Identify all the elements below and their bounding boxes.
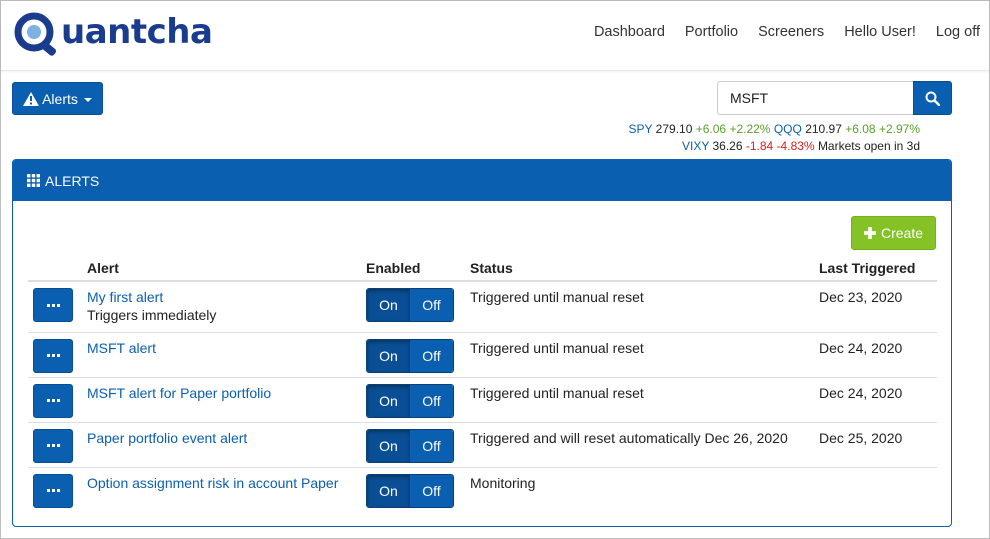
- main-nav: Dashboard Portfolio Screeners Hello User…: [584, 23, 980, 41]
- row-actions-button[interactable]: [33, 473, 73, 508]
- symbol-search: [717, 81, 952, 115]
- brand-name: uantcha: [61, 12, 213, 52]
- ticker-qqq-symbol[interactable]: QQQ: [774, 122, 802, 136]
- ticker-vixy-pct: -4.83%: [776, 139, 815, 153]
- row-actions-button[interactable]: [33, 338, 73, 373]
- brand-logo[interactable]: uantcha: [13, 11, 213, 57]
- toggle-off[interactable]: Off: [410, 474, 453, 507]
- alert-last-triggered: Dec 25, 2020: [819, 421, 937, 467]
- col-enabled: Enabled: [366, 256, 470, 282]
- plus-icon: [863, 227, 876, 239]
- nav-logoff[interactable]: Log off: [926, 23, 980, 41]
- alerts-panel: ALERTS Create Alert Enabled Status Last …: [12, 159, 952, 527]
- ticker-spy-pct: +2.22%: [729, 122, 771, 136]
- enabled-toggle: On Off: [366, 473, 454, 508]
- col-actions: [28, 256, 87, 282]
- toggle-on[interactable]: On: [367, 474, 410, 507]
- enabled-toggle: On Off: [366, 383, 454, 418]
- search-input[interactable]: [717, 81, 913, 115]
- toggle-off[interactable]: Off: [410, 289, 453, 321]
- search-button[interactable]: [913, 81, 952, 115]
- ticker-spy-price: 279.10: [655, 122, 693, 136]
- market-status: Markets open in 3d: [817, 139, 920, 153]
- alerts-table: Alert Enabled Status Last Triggered My f…: [28, 256, 937, 512]
- market-ticker-row-1: SPY 279.10 +6.06 +2.22% QQQ 210.97 +6.08…: [629, 122, 920, 136]
- nav-portfolio[interactable]: Portfolio: [675, 23, 748, 41]
- toggle-on[interactable]: On: [367, 339, 410, 372]
- alert-name-link[interactable]: My first alert: [87, 289, 163, 305]
- alerts-menu-label: Alerts: [42, 90, 78, 107]
- alert-last-triggered: Dec 24, 2020: [819, 331, 937, 377]
- toggle-on[interactable]: On: [367, 289, 410, 321]
- row-actions-button[interactable]: [33, 428, 73, 463]
- panel-header: ALERTS: [13, 160, 951, 201]
- table-header-row: Alert Enabled Status Last Triggered: [28, 256, 937, 282]
- caret-down-icon: [83, 97, 92, 102]
- search-icon: [925, 91, 940, 106]
- alert-subtext: Triggers immediately: [87, 307, 217, 323]
- col-last-triggered: Last Triggered: [819, 256, 937, 282]
- nav-screeners[interactable]: Screeners: [748, 23, 834, 41]
- nav-dashboard[interactable]: Dashboard: [584, 23, 675, 41]
- alert-name-link[interactable]: Option assignment risk in account Paper: [87, 475, 338, 491]
- row-actions-button[interactable]: [33, 288, 73, 322]
- enabled-toggle: On Off: [366, 428, 454, 463]
- market-ticker-row-2: VIXY 36.26 -1.84 -4.83% Markets open in …: [682, 139, 920, 153]
- col-status: Status: [470, 256, 819, 282]
- alert-status: Triggered until manual reset: [470, 289, 644, 305]
- toggle-off[interactable]: Off: [410, 429, 453, 462]
- warning-icon: [23, 91, 40, 106]
- toggle-off[interactable]: Off: [410, 384, 453, 417]
- alert-status: Triggered until manual reset: [470, 331, 819, 377]
- create-label: Create: [880, 225, 924, 241]
- toggle-on[interactable]: On: [367, 384, 410, 417]
- ticker-spy-change: +6.06: [695, 122, 727, 136]
- alert-status: Triggered and will reset automatically D…: [470, 421, 819, 467]
- ticker-vixy-symbol[interactable]: VIXY: [682, 139, 709, 153]
- table-row: MSFT alert On Off Triggered until manual …: [28, 331, 937, 377]
- logo-q-icon: [14, 12, 57, 56]
- enabled-toggle: On Off: [366, 288, 454, 322]
- table-row: My first alert Triggers immediately On Off…: [28, 281, 937, 332]
- ticker-qqq-price: 210.97: [805, 122, 842, 136]
- panel-title: ALERTS: [45, 172, 100, 189]
- row-actions-button[interactable]: [33, 383, 73, 418]
- col-alert: Alert: [87, 256, 366, 282]
- toggle-off[interactable]: Off: [410, 339, 453, 372]
- grid-icon: [27, 174, 40, 187]
- alerts-menu-button[interactable]: Alerts: [12, 82, 103, 115]
- alert-status: Monitoring: [470, 466, 819, 512]
- alert-last-triggered: Dec 23, 2020: [819, 289, 903, 305]
- alert-name-link[interactable]: MSFT alert for Paper portfolio: [87, 385, 271, 401]
- ticker-vixy-change: -1.84: [745, 139, 774, 153]
- alert-status: Triggered until manual reset: [470, 376, 819, 422]
- toggle-on[interactable]: On: [367, 429, 410, 462]
- table-row: Paper portfolio event alert On Off Trigge…: [28, 421, 937, 467]
- ticker-qqq-pct: +2.97%: [878, 122, 920, 136]
- ticker-vixy-price: 36.26: [712, 139, 743, 153]
- ticker-spy-symbol[interactable]: SPY: [629, 122, 653, 136]
- enabled-toggle: On Off: [366, 338, 454, 373]
- alert-name-link[interactable]: Paper portfolio event alert: [87, 430, 247, 446]
- table-row: Option assignment risk in account Paper …: [28, 466, 937, 512]
- alert-last-triggered: Dec 24, 2020: [819, 376, 937, 422]
- create-alert-button[interactable]: Create: [851, 216, 936, 250]
- alert-name-link[interactable]: MSFT alert: [87, 340, 156, 356]
- top-navbar: uantcha Dashboard Portfolio Screeners He…: [1, 1, 989, 71]
- table-row: MSFT alert for Paper portfolio On Off Tri…: [28, 376, 937, 422]
- ticker-qqq-change: +6.08: [845, 122, 876, 136]
- nav-user[interactable]: Hello User!: [834, 23, 926, 41]
- alert-last-triggered: [819, 466, 937, 512]
